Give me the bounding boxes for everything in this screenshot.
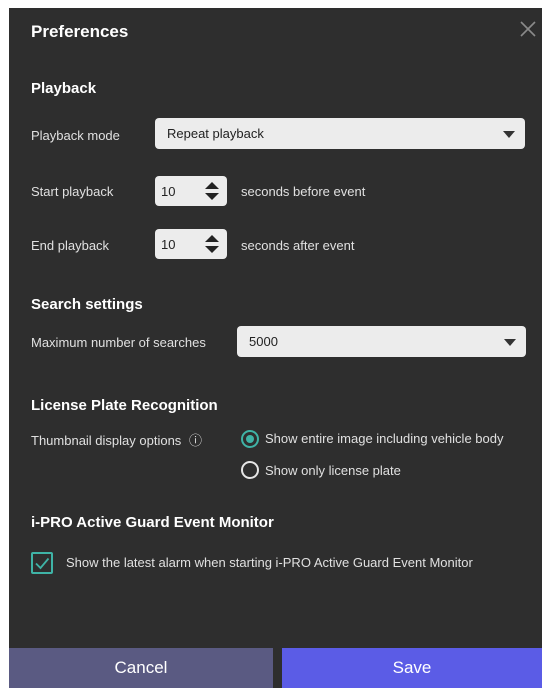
- event-monitor-heading: i-PRO Active Guard Event Monitor: [31, 514, 274, 531]
- chevron-down-icon: [504, 338, 516, 346]
- start-playback-value: 10: [161, 183, 176, 199]
- playback-mode-value: Repeat playback: [167, 126, 264, 141]
- save-button[interactable]: Save: [282, 648, 542, 688]
- thumbnail-options-text: Thumbnail display options: [31, 433, 182, 448]
- end-playback-label: End playback: [31, 238, 110, 253]
- lpr-heading: License Plate Recognition: [31, 397, 218, 414]
- playback-mode-select[interactable]: Repeat playback: [155, 118, 525, 149]
- max-searches-value: 5000: [249, 334, 278, 349]
- arrow-up-icon[interactable]: [205, 182, 219, 189]
- radio-entire-image[interactable]: [241, 430, 259, 448]
- radio-entire-image-label[interactable]: Show entire image including vehicle body: [265, 431, 503, 446]
- end-playback-suffix: seconds after event: [241, 238, 355, 253]
- playback-mode-label: Playback mode: [31, 128, 120, 143]
- radio-license-plate-only[interactable]: [241, 461, 259, 479]
- latest-alarm-checkbox[interactable]: [31, 552, 53, 574]
- radio-license-plate-only-label[interactable]: Show only license plate: [265, 463, 401, 478]
- preferences-dialog: Preferences Playback Playback mode Repea…: [9, 8, 542, 688]
- max-searches-select[interactable]: 5000: [237, 326, 526, 357]
- cancel-button[interactable]: Cancel: [9, 648, 273, 688]
- arrow-down-icon[interactable]: [205, 193, 219, 200]
- latest-alarm-label[interactable]: Show the latest alarm when starting i-PR…: [66, 555, 473, 570]
- start-playback-suffix: seconds before event: [241, 184, 366, 199]
- chevron-down-icon: [503, 130, 515, 138]
- arrow-up-icon[interactable]: [205, 235, 219, 242]
- check-icon: [35, 557, 50, 570]
- close-icon[interactable]: [517, 18, 539, 40]
- info-icon[interactable]: ⓘ: [189, 433, 202, 448]
- arrow-down-icon[interactable]: [205, 246, 219, 253]
- end-playback-value: 10: [161, 236, 176, 252]
- start-playback-stepper[interactable]: 10: [155, 176, 227, 206]
- search-settings-heading: Search settings: [31, 296, 143, 313]
- playback-heading: Playback: [31, 80, 97, 97]
- thumbnail-options-label: Thumbnail display options ⓘ: [31, 430, 202, 449]
- dialog-title: Preferences: [31, 22, 129, 41]
- start-playback-label: Start playback: [31, 184, 114, 199]
- max-searches-label: Maximum number of searches: [31, 335, 206, 350]
- end-playback-stepper[interactable]: 10: [155, 229, 227, 259]
